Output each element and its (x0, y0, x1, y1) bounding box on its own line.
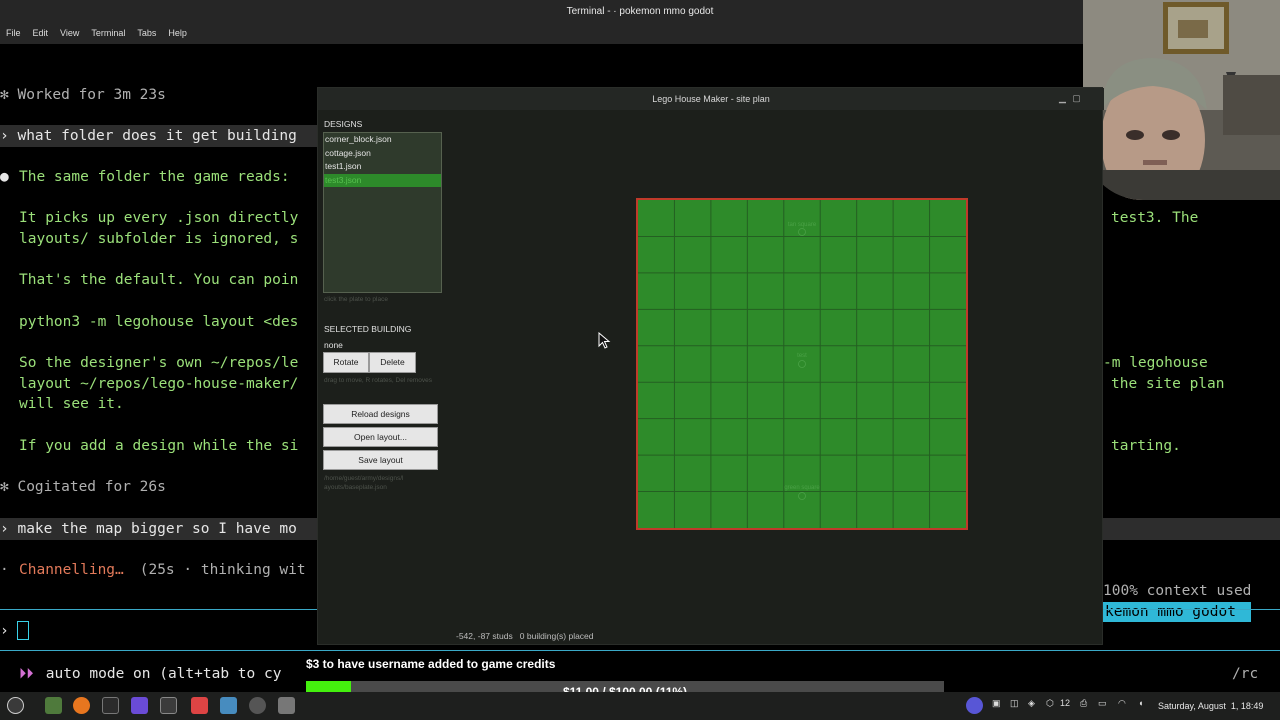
update-icon[interactable]: ⬡ (1046, 698, 1054, 709)
auto-mode-arrows: ⏵⏵ (19, 666, 34, 682)
plate-label-test: test (797, 353, 807, 359)
design-list-item[interactable]: test1.json (324, 160, 441, 174)
printer-icon[interactable]: ⎙ (1080, 698, 1087, 709)
channelling-detail: (25s · thinking wit (131, 562, 306, 578)
layout-path-line: ayouts/baseplate.json (324, 484, 387, 491)
tray-icon[interactable]: ◫ (1010, 698, 1019, 709)
menu-view[interactable]: View (54, 24, 85, 42)
design-list-item[interactable]: corner_block.json (324, 133, 441, 147)
user-prompt-line: › what folder does it get building (0, 128, 297, 144)
plate-label-green-square: green square (784, 485, 820, 491)
donation-title: $3 to have username added to game credit… (306, 657, 556, 671)
start-menu-icon[interactable] (7, 697, 24, 714)
taskbar: ▣ ◫ ◈ ⬡ 12 ⎙ ▭ ◠ ◖ Saturday, August 1, 1… (0, 692, 1280, 720)
answer-line: It picks up every .json directly (19, 210, 299, 226)
mouse-pointer-icon (598, 332, 611, 349)
answer-line: layouts/ subfolder is ignored, s (19, 231, 299, 247)
display-icon[interactable]: ▭ (1098, 698, 1107, 709)
answer-line: If you add a design while the si (19, 438, 299, 454)
design-list[interactable]: corner_block.json cottage.json test1.jso… (323, 132, 442, 293)
app-icon[interactable] (249, 697, 266, 714)
tray-app-icon[interactable] (966, 697, 983, 714)
open-layout-button[interactable]: Open layout... (323, 427, 438, 447)
menu-tabs[interactable]: Tabs (131, 24, 162, 42)
rotate-button[interactable]: Rotate (323, 352, 369, 373)
bullet-icon: ● (0, 169, 9, 185)
baseplate-surface (638, 200, 966, 528)
channelling-status: Channelling… (19, 562, 124, 578)
designs-label: DESIGNS (324, 119, 363, 129)
user-prompt-line: › make the map bigger so I have mo (0, 521, 297, 537)
plate-label-tan-square: tan square (788, 222, 817, 228)
input-divider (0, 650, 1280, 651)
menu-edit[interactable]: Edit (27, 24, 55, 42)
status-count: 0 building(s) placed (519, 631, 594, 641)
answer-line: That's the default. You can poin (19, 272, 299, 288)
webcam-feed (1083, 0, 1280, 200)
app-icon[interactable] (191, 697, 208, 714)
shield-icon[interactable]: ◈ (1028, 698, 1035, 709)
volume-icon[interactable]: ◖ (1138, 698, 1143, 708)
answer-line-tail: -m legohouse (1103, 355, 1208, 371)
godot-icon[interactable] (220, 697, 237, 714)
app-icon[interactable] (160, 697, 177, 714)
layout-path-line: /home/guest/army/designs/l (324, 475, 404, 482)
delete-button[interactable]: Delete (369, 352, 416, 373)
status-coords: -542, -87 studs (456, 631, 513, 641)
webcam-image (1083, 0, 1280, 200)
answer-line-tail: the site plan (1111, 376, 1225, 392)
channelling-dot: · (0, 562, 9, 578)
lego-window-title: Lego House Maker - site plan (318, 88, 1104, 110)
status-bar: -542, -87 studs 0 building(s) placed (456, 631, 594, 641)
selected-building-value: none (324, 340, 343, 350)
answer-line: So the designer's own ~/repos/le (19, 355, 299, 371)
app-icon[interactable] (278, 697, 295, 714)
design-list-item[interactable]: cottage.json (324, 147, 441, 161)
answer-line-tail: tarting. (1111, 438, 1181, 454)
design-list-item-selected[interactable]: test3.json (324, 173, 441, 187)
design-hint: click the plate to place (324, 296, 388, 303)
answer-line: The same folder the game reads: (19, 169, 290, 185)
input-prompt-symbol: › (0, 623, 9, 639)
app-icon[interactable] (131, 697, 148, 714)
baseplate-canvas[interactable]: tan square test green square (636, 198, 968, 530)
firefox-icon[interactable] (73, 697, 90, 714)
save-layout-button[interactable]: Save layout (323, 450, 438, 470)
tray-icon[interactable]: ▣ (992, 698, 1001, 709)
worked-line: ✻ Worked for 3m 23s (0, 87, 166, 103)
context-used: 100% context used (1103, 583, 1252, 599)
answer-line: layout ~/repos/lego-house-maker/ (19, 376, 299, 392)
menu-file[interactable]: File (0, 24, 27, 42)
cogitated-line: ✻ Cogitated for 26s (0, 479, 166, 495)
building-hint: drag to move, R rotates, Del removes (324, 377, 433, 384)
menu-terminal[interactable]: Terminal (85, 24, 131, 42)
terminal-icon[interactable] (102, 697, 119, 714)
files-icon[interactable] (45, 697, 62, 714)
project-badge: kemon mmo godot (1103, 602, 1251, 622)
tray-count[interactable]: 12 (1060, 698, 1070, 708)
reload-designs-button[interactable]: Reload designs (323, 404, 438, 424)
selected-building-label: SELECTED BUILDING (324, 324, 412, 334)
menu-help[interactable]: Help (162, 24, 193, 42)
clock[interactable]: Saturday, August 1, 18:49 (1158, 701, 1263, 711)
wifi-icon[interactable]: ◠ (1118, 698, 1126, 709)
answer-line: will see it. (19, 396, 124, 412)
rc-indicator: /rc (1232, 666, 1259, 682)
command-line: python3 -m legohouse layout <des (19, 314, 299, 330)
answer-line-tail: test3. The (1111, 210, 1199, 226)
input-cursor[interactable] (17, 621, 29, 640)
minimize-icon[interactable]: ▁ (1058, 94, 1067, 103)
maximize-icon[interactable]: ▢ (1072, 94, 1081, 103)
auto-mode-status: auto mode on (alt+tab to cy (37, 666, 282, 682)
lego-window[interactable]: Lego House Maker - site plan ▁ ▢ DESIGNS… (317, 87, 1104, 645)
